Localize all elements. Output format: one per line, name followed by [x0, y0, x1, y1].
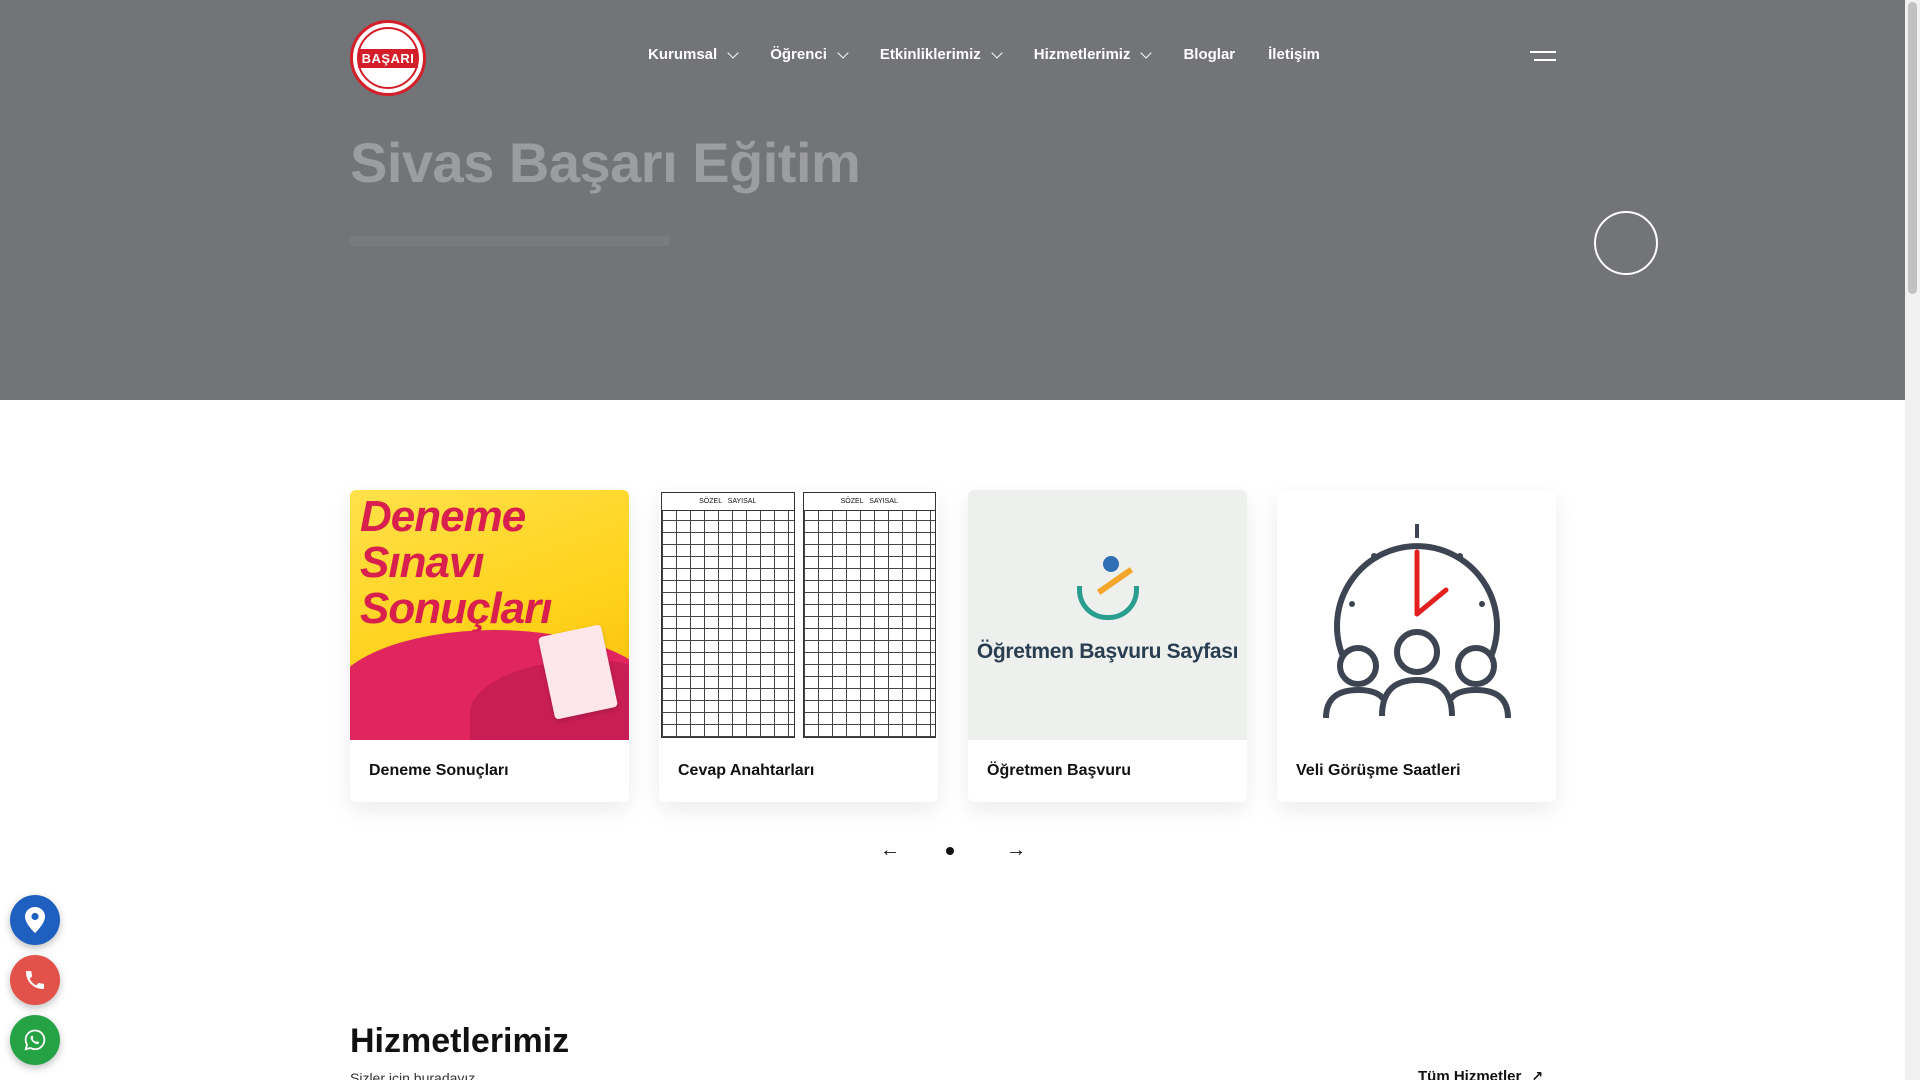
phone-button[interactable] [10, 955, 60, 1005]
chevron-down-icon [991, 46, 1003, 59]
nav-item-kurumsal[interactable]: Kurumsal [648, 46, 739, 63]
nav-item-bloglar[interactable]: Bloglar [1183, 46, 1235, 63]
card-label: Cevap Anahtarları [678, 762, 815, 779]
nav-label: Öğrenci [770, 46, 827, 63]
whatsapp-icon [24, 1029, 46, 1051]
location-button[interactable] [10, 895, 60, 945]
card-image-text: Öğretmen Başvuru Sayfası [976, 640, 1239, 663]
clock-people-icon [1323, 524, 1511, 719]
logo-badge: BAŞARI [357, 27, 419, 89]
card-image-answer-key: SÖZEL SAYISAL SÖZEL SAYISAL [659, 490, 938, 740]
quick-links-carousel: Deneme Sınavı Sonuçları Deneme Sonuçları… [350, 490, 1556, 802]
chevron-down-icon [837, 46, 849, 59]
nav-label: Hizmetlerimiz [1033, 46, 1131, 63]
card-veli-gorusme[interactable]: Veli Görüşme Saatleri [1277, 490, 1556, 802]
nav-item-ogrenci[interactable]: Öğrenci [770, 46, 849, 63]
all-services-label: Tüm Hizmetler [1418, 1068, 1522, 1080]
logo-text: BAŞARI [357, 48, 419, 68]
card-cevap-anahtarlari[interactable]: SÖZEL SAYISAL SÖZEL SAYISAL Cevap Anahta… [659, 490, 938, 802]
card-image-parent-meeting [1277, 490, 1556, 740]
play-circle-icon[interactable] [1594, 211, 1658, 275]
carousel-dot-active[interactable] [946, 847, 954, 855]
nav-label: Kurumsal [648, 46, 718, 63]
hero-title: Sivas Başarı Eğitim [350, 131, 861, 194]
scrollbar-thumb[interactable] [1908, 2, 1917, 294]
card-label: Deneme Sonuçları [369, 762, 509, 779]
card-image-text: Deneme Sınavı Sonuçları [360, 492, 552, 633]
page-scrollbar[interactable] [1905, 0, 1920, 1080]
chevron-down-icon [727, 46, 739, 59]
teacher-emblem-icon [1073, 556, 1143, 626]
card-label: Öğretmen Başvuru [987, 762, 1132, 779]
hero-subtitle-placeholder [350, 236, 670, 246]
nav-item-etkinliklerimiz[interactable]: Etkinliklerimiz [879, 46, 1003, 63]
nav-label: Bloglar [1183, 46, 1236, 63]
site-logo[interactable]: BAŞARI [350, 20, 426, 96]
main-nav: Kurumsal Öğrenci Etkinliklerimiz Hizmetl… [648, 46, 1353, 63]
nav-item-hizmetlerimiz[interactable]: Hizmetlerimiz [1033, 46, 1153, 63]
services-title: Hizmetlerimiz [350, 1022, 570, 1060]
hero-section: BAŞARI Kurumsal Öğrenci Etkinliklerimiz … [0, 0, 1905, 400]
arrow-left-icon[interactable]: ← [880, 840, 900, 860]
card-image-teacher-application: Öğretmen Başvuru Sayfası [968, 490, 1247, 740]
phone-icon [26, 971, 44, 989]
all-services-link[interactable]: Tüm Hizmetler ↗ [1418, 1068, 1543, 1080]
answer-sheet: SÖZEL SAYISAL [661, 492, 795, 738]
nav-label: Etkinliklerimiz [879, 46, 981, 63]
carousel-controls: ← → [880, 840, 1026, 860]
whatsapp-button[interactable] [10, 1015, 60, 1065]
nav-label: İletişim [1268, 46, 1320, 63]
services-subtitle: Sizler için buradayız [350, 1070, 476, 1080]
card-label: Veli Görüşme Saatleri [1296, 762, 1461, 779]
arrow-right-icon[interactable]: → [1006, 840, 1026, 860]
card-ogretmen-basvuru[interactable]: Öğretmen Başvuru Sayfası Öğretmen Başvur… [968, 490, 1247, 802]
answer-sheet: SÖZEL SAYISAL [802, 492, 936, 738]
nav-item-iletisim[interactable]: İletişim [1268, 46, 1320, 63]
external-arrow-icon: ↗ [1531, 1068, 1544, 1080]
map-pin-icon [25, 907, 45, 933]
chevron-down-icon [1140, 46, 1153, 59]
card-deneme-sonuclari[interactable]: Deneme Sınavı Sonuçları Deneme Sonuçları [350, 490, 629, 802]
hamburger-icon[interactable] [1530, 51, 1556, 63]
card-image-deneme: Deneme Sınavı Sonuçları [350, 490, 629, 740]
